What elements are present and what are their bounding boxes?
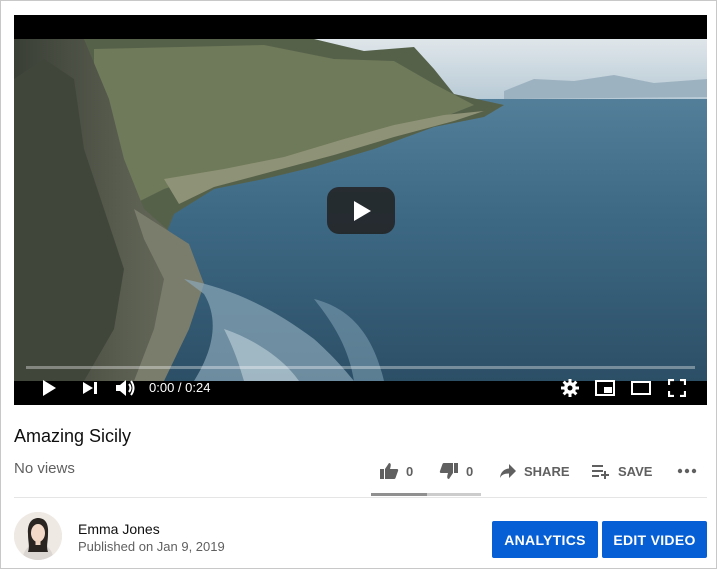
save-button[interactable]: SAVE [591,459,652,483]
theater-mode-icon[interactable] [630,377,652,399]
avatar[interactable] [14,512,62,560]
sentiment-bar-fill [371,493,427,496]
analytics-button[interactable]: ANALYTICS [492,521,598,558]
publish-date: Published on Jan 9, 2019 [78,539,225,554]
time-display: 0:00 / 0:24 [149,380,211,395]
thumbs-down-icon [439,463,458,479]
like-count: 0 [406,463,414,479]
thumbs-up-icon [380,463,399,479]
video-player[interactable]: 0:00 / 0:24 [14,15,707,405]
volume-icon[interactable] [114,377,138,399]
next-icon[interactable] [80,377,100,399]
sentiment-bar [371,493,481,496]
miniplayer-icon[interactable] [594,377,616,399]
share-arrow-icon [500,464,516,478]
like-button[interactable]: 0 [379,459,413,483]
more-actions-button[interactable] [677,459,697,483]
more-horizontal-icon [677,468,697,474]
playlist-add-icon [592,465,609,479]
channel-name[interactable]: Emma Jones [78,521,160,537]
video-title: Amazing Sicily [14,426,132,446]
share-label: SHARE [524,463,570,479]
play-icon[interactable] [38,377,60,399]
player-controls: 0:00 / 0:24 [14,371,707,405]
settings-gear-icon[interactable] [559,377,581,399]
save-label: SAVE [618,463,653,479]
dislike-button[interactable]: 0 [439,459,473,483]
video-card: 0:00 / 0:24 Amazing Sicily No views 0 0 … [0,0,717,569]
fullscreen-icon[interactable] [666,377,688,399]
video-actions: 0 0 SHARE SAVE [1,459,717,483]
progress-bar[interactable] [26,366,695,369]
divider [14,497,707,498]
edit-video-button[interactable]: EDIT VIDEO [602,521,707,558]
large-play-button[interactable] [327,187,395,234]
dislike-count: 0 [466,463,474,479]
share-button[interactable]: SHARE [499,459,570,483]
